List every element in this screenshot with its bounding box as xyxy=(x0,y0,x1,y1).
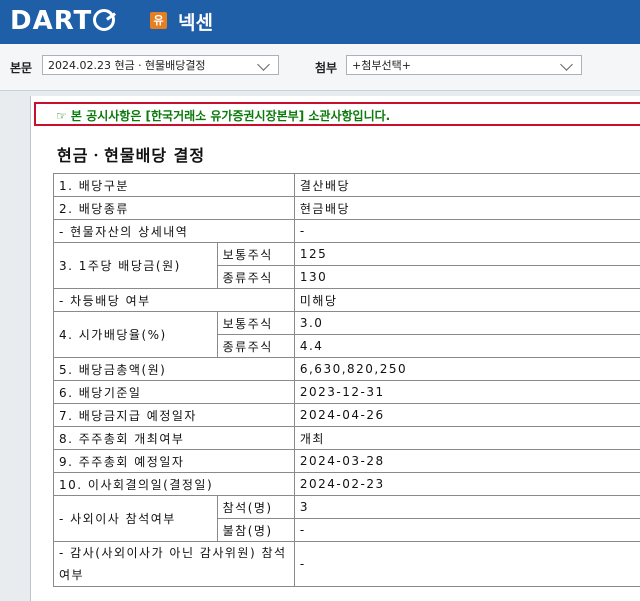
main-doc-label: 본문 xyxy=(10,61,33,75)
row-value: - xyxy=(293,219,640,243)
notice-text: ☞ 본 공시사항은 [한국거래소 유가증권시장본부] 소관사항입니다. xyxy=(56,109,391,123)
row-value: 2024-03-28 xyxy=(293,449,640,473)
row-value: 3.0 xyxy=(293,311,640,335)
attachment-select-value: +첨부선택+ xyxy=(352,59,411,72)
row-value: 미해당 xyxy=(293,288,640,312)
table-row: 8. 주주총회 개최여부 개최 xyxy=(53,426,640,450)
table-row: 7. 배당금지급 예정일자 2024-04-26 xyxy=(53,403,640,427)
row-label: - 사외이사 참석여부 xyxy=(53,495,218,542)
table-row: - 현물자산의 상세내역 - xyxy=(53,219,640,243)
dart-logo[interactable]: DART xyxy=(10,6,116,36)
table-row: 6. 배당기준일 2023-12-31 xyxy=(53,380,640,404)
table-row: 10. 이사회결의일(결정일) 2024-02-23 xyxy=(53,472,640,496)
market-badge: 유 xyxy=(150,12,167,29)
notice-box: ☞ 본 공시사항은 [한국거래소 유가증권시장본부] 소관사항입니다. xyxy=(34,102,640,126)
company-name: 넥센 xyxy=(178,12,213,34)
row-label: 5. 배당금총액(원) xyxy=(53,357,295,381)
chevron-down-icon xyxy=(257,58,270,71)
row-value: 6,630,820,250 xyxy=(293,357,640,381)
row-sublabel: 보통주식 xyxy=(216,311,295,335)
row-label: 7. 배당금지급 예정일자 xyxy=(53,403,295,427)
row-sublabel: 종류주식 xyxy=(216,265,295,289)
document-title: 현금ㆍ현물배당 결정 xyxy=(57,146,206,165)
row-sublabel: 종류주식 xyxy=(216,334,295,358)
row-value: 결산배당 xyxy=(293,173,640,197)
row-label: 1. 배당구분 xyxy=(53,173,295,197)
document-content: ☞ 본 공시사항은 [한국거래소 유가증권시장본부] 소관사항입니다. 현금ㆍ현… xyxy=(30,96,640,601)
table-row: - 사외이사 참석여부 참석(명) 3 xyxy=(53,495,640,542)
row-label: 4. 시가배당율(%) xyxy=(53,311,218,358)
row-value: 2024-04-26 xyxy=(293,403,640,427)
main-doc-select[interactable]: 2024.02.23 현금ㆍ현물배당결정 xyxy=(42,55,279,75)
row-label: 2. 배당종류 xyxy=(53,196,295,220)
row-label: 9. 주주총회 예정일자 xyxy=(53,449,295,473)
row-value: 4.4 xyxy=(293,334,640,358)
row-value: - xyxy=(293,518,640,542)
row-label: 10. 이사회결의일(결정일) xyxy=(53,472,295,496)
table-row: - 감사(사외이사가 아닌 감사위원) 참석여부 - xyxy=(53,541,640,587)
attachment-select[interactable]: +첨부선택+ xyxy=(346,55,582,75)
table-row: 5. 배당금총액(원) 6,630,820,250 xyxy=(53,357,640,381)
table-row: 9. 주주총회 예정일자 2024-03-28 xyxy=(53,449,640,473)
row-label: - 현물자산의 상세내역 xyxy=(53,219,295,243)
attachment-label: 첨부 xyxy=(315,61,338,75)
main-doc-select-value: 2024.02.23 현금ㆍ현물배당결정 xyxy=(48,59,206,72)
row-label: 6. 배당기준일 xyxy=(53,380,295,404)
dividend-table: 1. 배당구분 결산배당 2. 배당종류 현금배당 - 현물자산의 상세내역 -… xyxy=(53,173,640,587)
row-value: 2024-02-23 xyxy=(293,472,640,496)
row-label: 3. 1주당 배당금(원) xyxy=(53,242,218,289)
row-sublabel: 참석(명) xyxy=(216,495,295,519)
table-row: 1. 배당구분 결산배당 xyxy=(53,173,640,197)
logo-text: DART xyxy=(10,6,93,36)
row-sublabel: 보통주식 xyxy=(216,242,295,266)
row-value: 2023-12-31 xyxy=(293,380,640,404)
row-value: 개최 xyxy=(293,426,640,450)
row-value: - xyxy=(293,541,640,587)
row-label: - 감사(사외이사가 아닌 감사위원) 참석여부 xyxy=(53,541,295,587)
table-row: 2. 배당종류 현금배당 xyxy=(53,196,640,220)
top-header: DART 유 넥센 xyxy=(0,0,640,44)
table-row: - 차등배당 여부 미해당 xyxy=(53,288,640,312)
row-label: 8. 주주총회 개최여부 xyxy=(53,426,295,450)
row-value: 3 xyxy=(293,495,640,519)
logo-ring-icon xyxy=(93,9,116,31)
document-toolbar: 본문 2024.02.23 현금ㆍ현물배당결정 첨부 +첨부선택+ xyxy=(0,44,640,91)
chevron-down-icon xyxy=(560,58,573,71)
table-row: 3. 1주당 배당금(원) 보통주식 125 xyxy=(53,242,640,289)
row-value: 현금배당 xyxy=(293,196,640,220)
row-value: 125 xyxy=(293,242,640,266)
row-label: - 차등배당 여부 xyxy=(53,288,295,312)
row-value: 130 xyxy=(293,265,640,289)
row-sublabel: 불참(명) xyxy=(216,518,295,542)
table-row: 4. 시가배당율(%) 보통주식 3.0 xyxy=(53,311,640,358)
